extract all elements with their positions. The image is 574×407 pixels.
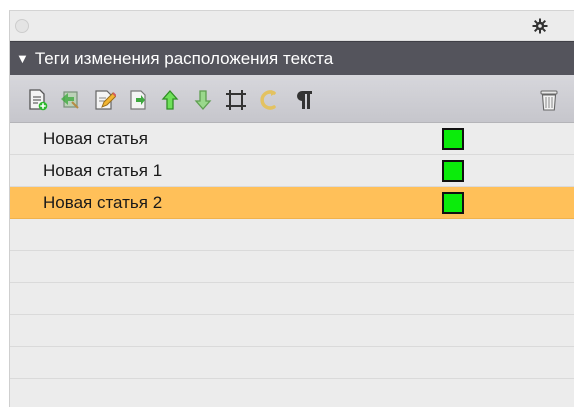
rotate-icon[interactable] (258, 88, 282, 112)
tag-color-swatch[interactable] (442, 128, 464, 150)
list-item[interactable]: Новая статья (10, 123, 574, 155)
empty-row (10, 283, 574, 315)
new-tag-icon[interactable] (26, 88, 50, 112)
triangle-down-icon[interactable]: ▼ (16, 51, 29, 66)
duplicate-tag-icon[interactable] (126, 88, 150, 112)
list-item-selected[interactable]: Новая статья 2 (10, 187, 574, 219)
panel-titlebar[interactable] (10, 11, 574, 41)
import-tag-icon[interactable] (59, 88, 83, 112)
panel-title: Теги изменения расположения текста (34, 48, 334, 68)
frame-icon[interactable] (224, 88, 248, 112)
trash-icon[interactable] (537, 88, 561, 112)
edit-tag-icon[interactable] (93, 88, 117, 112)
empty-row (10, 219, 574, 251)
tag-name: Новая статья 1 (43, 161, 163, 180)
text-wrap-tags-panel: ▼ Теги изменения расположения текста Нов… (9, 10, 574, 407)
tag-name: Новая статья (43, 129, 148, 148)
toolbar (10, 75, 574, 123)
empty-row (10, 251, 574, 283)
empty-row (10, 315, 574, 347)
paragraph-icon[interactable] (292, 88, 316, 112)
empty-row (10, 379, 574, 407)
tag-color-swatch[interactable] (442, 192, 464, 214)
tag-list: Новая статья Новая статья 1 Новая статья… (10, 123, 574, 407)
gear-icon[interactable] (532, 18, 548, 34)
tag-name: Новая статья 2 (43, 193, 163, 212)
list-item[interactable]: Новая статья 1 (10, 155, 574, 187)
empty-row (10, 347, 574, 379)
panel-header[interactable]: ▼ Теги изменения расположения текста (10, 41, 574, 75)
move-down-icon[interactable] (191, 88, 215, 112)
close-button[interactable] (15, 19, 29, 33)
move-up-icon[interactable] (158, 88, 182, 112)
tag-color-swatch[interactable] (442, 160, 464, 182)
